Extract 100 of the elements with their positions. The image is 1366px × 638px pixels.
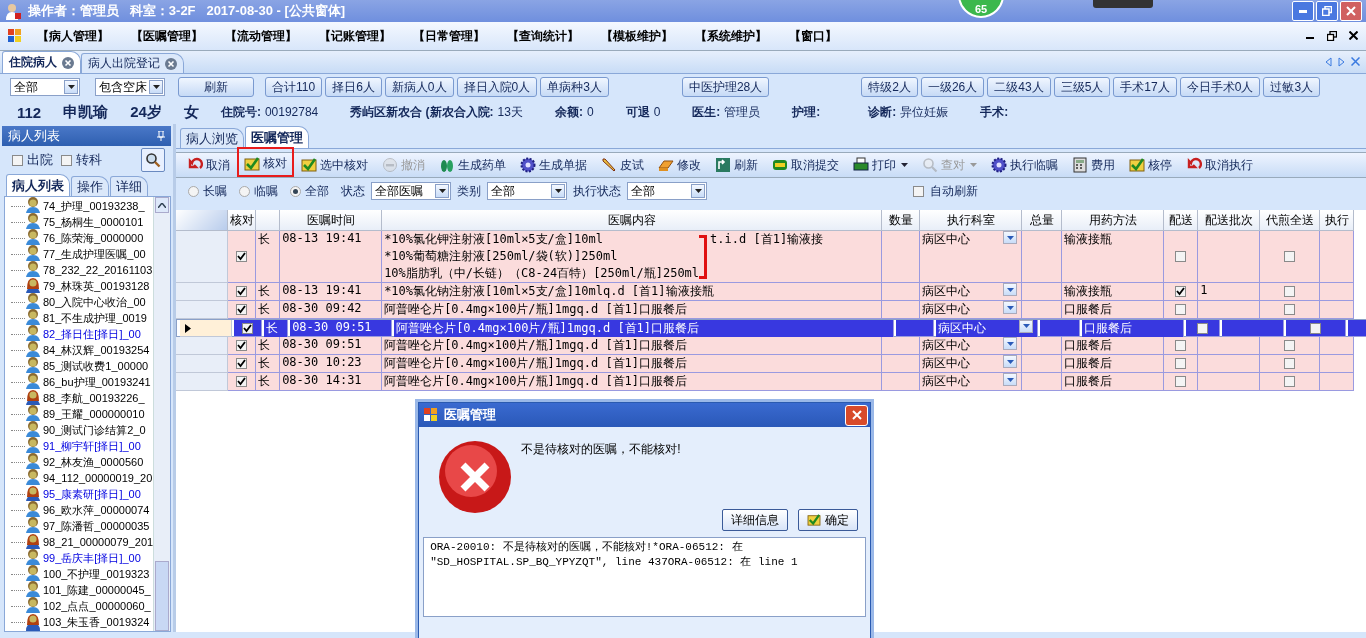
checkbox[interactable] bbox=[1175, 340, 1187, 351]
patient-item[interactable]: 96_欧水萍_00000074 bbox=[43, 502, 150, 518]
filter-button[interactable]: 今日手术0人 bbox=[1179, 77, 1261, 97]
checkbox[interactable] bbox=[236, 304, 248, 315]
checkbox[interactable] bbox=[1284, 286, 1296, 297]
patient-item[interactable]: 90_测试门诊结算2_0 bbox=[43, 422, 146, 438]
patient-item[interactable]: 102_点点_00000060_ bbox=[43, 598, 151, 614]
patient-item[interactable]: 92_林友渔_0000560 bbox=[43, 454, 144, 470]
checkbox[interactable] bbox=[1284, 340, 1296, 351]
toolbar-button[interactable]: 费用 bbox=[1065, 154, 1123, 176]
row-header[interactable] bbox=[180, 320, 233, 337]
filter-button[interactable]: 二级43人 bbox=[987, 77, 1051, 97]
radio-button[interactable] bbox=[239, 185, 251, 197]
pin-icon[interactable] bbox=[157, 131, 166, 141]
column-header[interactable]: 用药方法 bbox=[1062, 210, 1165, 231]
toolbar-button[interactable]: 生成单据 bbox=[513, 154, 595, 176]
toolbar-button[interactable]: 核对 bbox=[237, 147, 295, 177]
filter-dropdown[interactable]: 全部医嘱 bbox=[371, 182, 452, 200]
patient-item[interactable]: 103_朱玉香_0019324 bbox=[43, 614, 150, 630]
patient-item[interactable]: 78_232_22_20161103 bbox=[43, 264, 153, 276]
checkbox[interactable] bbox=[242, 322, 254, 334]
checkbox[interactable] bbox=[1175, 286, 1187, 297]
column-header[interactable]: 医嘱内容 bbox=[382, 210, 883, 231]
checkbox[interactable] bbox=[1284, 251, 1296, 262]
filter-button[interactable]: 合计110 bbox=[265, 77, 323, 97]
checkbox[interactable] bbox=[1175, 358, 1187, 369]
checkbox[interactable] bbox=[236, 376, 248, 387]
toolbar-button[interactable]: 打印 bbox=[846, 154, 916, 176]
toolbar-button[interactable]: 生成药单 bbox=[432, 154, 514, 176]
checkbox[interactable] bbox=[1175, 251, 1187, 262]
radio-button[interactable] bbox=[188, 185, 200, 197]
checkbox[interactable] bbox=[1310, 322, 1322, 334]
column-header[interactable]: 医嘱时间 bbox=[280, 210, 383, 231]
document-tab[interactable]: 病人出院登记 bbox=[81, 53, 184, 73]
view-tab[interactable]: 医嘱管理 bbox=[245, 126, 310, 148]
toolbar-button[interactable]: 取消执行 bbox=[1179, 154, 1261, 176]
dropdown-cell[interactable]: 病区中心 bbox=[920, 373, 1023, 391]
toolbar-button[interactable]: 取消 bbox=[180, 154, 238, 176]
search-button[interactable] bbox=[141, 148, 166, 172]
restore-button[interactable] bbox=[1327, 31, 1337, 41]
checkbox[interactable] bbox=[1175, 304, 1187, 315]
checkbox[interactable] bbox=[1284, 376, 1296, 387]
patient-item[interactable]: 95_康素研[择日]_00 bbox=[43, 486, 141, 502]
column-header[interactable]: 执行科室 bbox=[920, 210, 1023, 231]
patient-item[interactable]: 98_21_00000079_201 bbox=[43, 536, 154, 548]
patient-item[interactable]: 77_生成护理医嘱_00 bbox=[43, 246, 146, 262]
patient-item[interactable]: 79_林珠英_00193128 bbox=[43, 278, 150, 294]
menu-item[interactable]: 【模板维护】 bbox=[590, 27, 684, 45]
patient-item[interactable]: 89_王耀_000000010 bbox=[43, 406, 145, 422]
dropdown-cell[interactable]: 病区中心 bbox=[920, 337, 1023, 355]
patient-item[interactable]: 101_陈建_00000045_ bbox=[43, 582, 151, 598]
column-header[interactable]: 总量 bbox=[1022, 210, 1063, 231]
column-header[interactable]: 配送 bbox=[1164, 210, 1199, 231]
patient-item[interactable]: 100_不护理_0019323 bbox=[43, 566, 150, 582]
document-tab[interactable]: 住院病人 bbox=[2, 51, 81, 73]
filter-button[interactable]: 三级5人 bbox=[1053, 77, 1111, 97]
radio-button[interactable] bbox=[290, 185, 302, 197]
checkbox[interactable] bbox=[1284, 304, 1296, 315]
menu-item[interactable]: 【医嘱管理】 bbox=[120, 27, 214, 45]
scroll-thumb[interactable] bbox=[155, 561, 170, 631]
menu-item[interactable]: 【日常管理】 bbox=[402, 27, 496, 45]
checkbox[interactable] bbox=[236, 358, 248, 369]
column-header[interactable]: 核对 bbox=[228, 210, 257, 231]
patient-item[interactable]: 84_林汉辉_00193254 bbox=[43, 342, 150, 358]
patient-item[interactable]: 80_入院中心收治_00 bbox=[43, 294, 146, 310]
toolbar-button[interactable]: 取消提交 bbox=[765, 154, 847, 176]
left-arrow-icon[interactable] bbox=[1325, 57, 1332, 67]
right-arrow-icon[interactable] bbox=[1338, 57, 1345, 67]
menu-item[interactable]: 【记账管理】 bbox=[308, 27, 402, 45]
filter-dropdown[interactable]: 包含空床 bbox=[95, 78, 165, 96]
panel-tab[interactable]: 详细 bbox=[110, 176, 148, 196]
checkbox[interactable] bbox=[12, 154, 23, 166]
close-icon[interactable] bbox=[165, 57, 177, 70]
filter-button[interactable]: 手术17人 bbox=[1113, 77, 1177, 97]
close-button[interactable] bbox=[1349, 31, 1358, 40]
dialog-button[interactable]: 详细信息 bbox=[722, 509, 789, 531]
dropdown-cell[interactable]: 病区中心 bbox=[920, 231, 1023, 283]
checkbox[interactable] bbox=[913, 185, 925, 197]
checkbox[interactable] bbox=[236, 340, 248, 351]
toolbar-button[interactable]: 皮试 bbox=[594, 154, 652, 176]
close-icon[interactable] bbox=[62, 56, 74, 69]
dropdown-cell[interactable]: 病区中心 bbox=[920, 301, 1023, 319]
menu-item[interactable]: 【病人管理】 bbox=[26, 27, 120, 45]
filter-dropdown[interactable]: 全部 bbox=[627, 182, 708, 200]
toolbar-button[interactable]: 修改 bbox=[651, 154, 709, 176]
column-header[interactable]: 数量 bbox=[882, 210, 921, 231]
dialog-button[interactable]: 确定 bbox=[798, 509, 859, 531]
close-icon[interactable] bbox=[1351, 57, 1360, 66]
patient-item[interactable]: 85_测试收费1_00000 bbox=[43, 358, 149, 374]
patient-item[interactable]: 94_112_00000019_20 bbox=[43, 472, 153, 484]
column-header[interactable]: 配送批次 bbox=[1198, 210, 1261, 231]
filter-button[interactable]: 刷新 bbox=[178, 77, 254, 97]
dropdown-cell[interactable]: 病区中心 bbox=[936, 319, 1039, 338]
dropdown-cell[interactable]: 病区中心 bbox=[920, 283, 1023, 301]
checkbox[interactable] bbox=[1175, 376, 1187, 387]
column-header[interactable] bbox=[256, 210, 281, 231]
patient-item[interactable]: 97_陈潘哲_00000035 bbox=[43, 518, 150, 534]
patient-item[interactable]: 88_李航_00193226_ bbox=[43, 390, 145, 406]
filter-button[interactable]: 一级26人 bbox=[920, 77, 985, 97]
dropdown-cell[interactable]: 病区中心 bbox=[920, 355, 1023, 373]
